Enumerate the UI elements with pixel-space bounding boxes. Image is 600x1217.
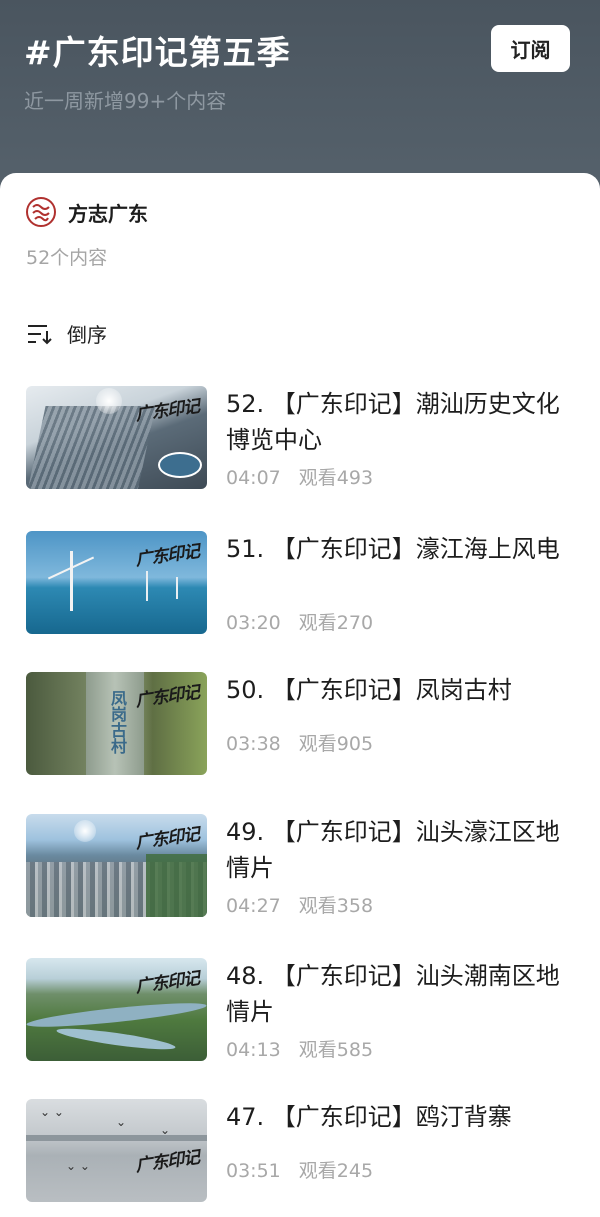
seal-logo-icon	[26, 197, 56, 227]
video-item[interactable]: 广东印记 52. 【广东印记】潮汕历史文化博览中心 04:07 观看493	[26, 386, 576, 490]
video-duration: 03:20	[226, 612, 281, 634]
content-sheet: 方志广东 52个内容 倒序 广东印记 52. 【广东印记】潮汕历史文化博览中心	[0, 173, 600, 1217]
video-meta: 03:38 观看905	[226, 729, 373, 756]
sort-label: 倒序	[67, 323, 107, 347]
video-item[interactable]: 广东印记 48. 【广东印记】汕头潮南区地情片 04:13 观看585	[26, 958, 576, 1062]
sort-descending-icon	[27, 323, 53, 345]
video-title: 50. 【广东印记】凤岗古村	[226, 676, 512, 704]
video-title: 49. 【广东印记】汕头濠江区地情片	[226, 818, 560, 882]
video-thumbnail: 广东印记	[26, 531, 207, 634]
thumbnail-logo: 广东印记	[134, 1147, 201, 1177]
video-duration: 04:07	[226, 467, 281, 489]
topic-subtitle: 近一周新增99+个内容	[24, 89, 227, 113]
video-thumbnail: ⌄ ⌄ ⌄ ⌄ ⌄ ⌄ 广东印记	[26, 1099, 207, 1202]
video-views: 观看358	[298, 895, 374, 917]
thumbnail-logo: 广东印记	[134, 541, 201, 571]
video-duration: 03:38	[226, 733, 281, 755]
video-duration: 04:27	[226, 895, 281, 917]
thumbnail-logo: 广东印记	[134, 824, 201, 854]
video-meta: 03:20 观看270	[226, 608, 373, 635]
video-views: 观看905	[298, 733, 374, 755]
video-title: 52. 【广东印记】潮汕历史文化博览中心	[226, 390, 560, 454]
video-views: 观看270	[298, 612, 374, 634]
video-item[interactable]: ⌄ ⌄ ⌄ ⌄ ⌄ ⌄ 广东印记 47. 【广东印记】鸥汀背寨 03:51 观看2…	[26, 1099, 576, 1203]
video-thumbnail: 凤岗古村 广东印记	[26, 672, 207, 775]
topic-title: #广东印记第五季	[24, 33, 291, 72]
thumbnail-logo: 广东印记	[134, 968, 201, 998]
topic-header: #广东印记第五季 近一周新增99+个内容 订阅	[0, 0, 600, 200]
video-title: 47. 【广东印记】鸥汀背寨	[226, 1103, 512, 1131]
video-meta: 04:07 观看493	[226, 463, 373, 490]
author-name: 方志广东	[68, 201, 148, 226]
author-row[interactable]: 方志广东	[26, 196, 148, 228]
video-item[interactable]: 凤岗古村 广东印记 50. 【广东印记】凤岗古村 03:38 观看905	[26, 672, 576, 776]
video-views: 观看493	[298, 467, 374, 489]
video-views: 观看245	[298, 1160, 374, 1182]
subscribe-button[interactable]: 订阅	[491, 25, 570, 72]
sort-toggle[interactable]: 倒序	[27, 319, 107, 348]
video-duration: 04:13	[226, 1039, 281, 1061]
video-title: 48. 【广东印记】汕头潮南区地情片	[226, 962, 560, 1026]
content-count: 52个内容	[26, 247, 108, 269]
video-item[interactable]: 广东印记 49. 【广东印记】汕头濠江区地情片 04:27 观看358	[26, 814, 576, 918]
video-meta: 04:27 观看358	[226, 891, 373, 918]
thumbnail-logo: 广东印记	[134, 396, 201, 426]
video-thumbnail: 广东印记	[26, 814, 207, 917]
video-views: 观看585	[298, 1039, 374, 1061]
video-thumbnail: 广东印记	[26, 958, 207, 1061]
video-title: 51. 【广东印记】濠江海上风电	[226, 535, 560, 563]
video-meta: 03:51 观看245	[226, 1156, 373, 1183]
video-thumbnail: 广东印记	[26, 386, 207, 489]
video-meta: 04:13 观看585	[226, 1035, 373, 1062]
video-item[interactable]: 广东印记 51. 【广东印记】濠江海上风电 03:20 观看270	[26, 531, 576, 635]
video-duration: 03:51	[226, 1160, 281, 1182]
